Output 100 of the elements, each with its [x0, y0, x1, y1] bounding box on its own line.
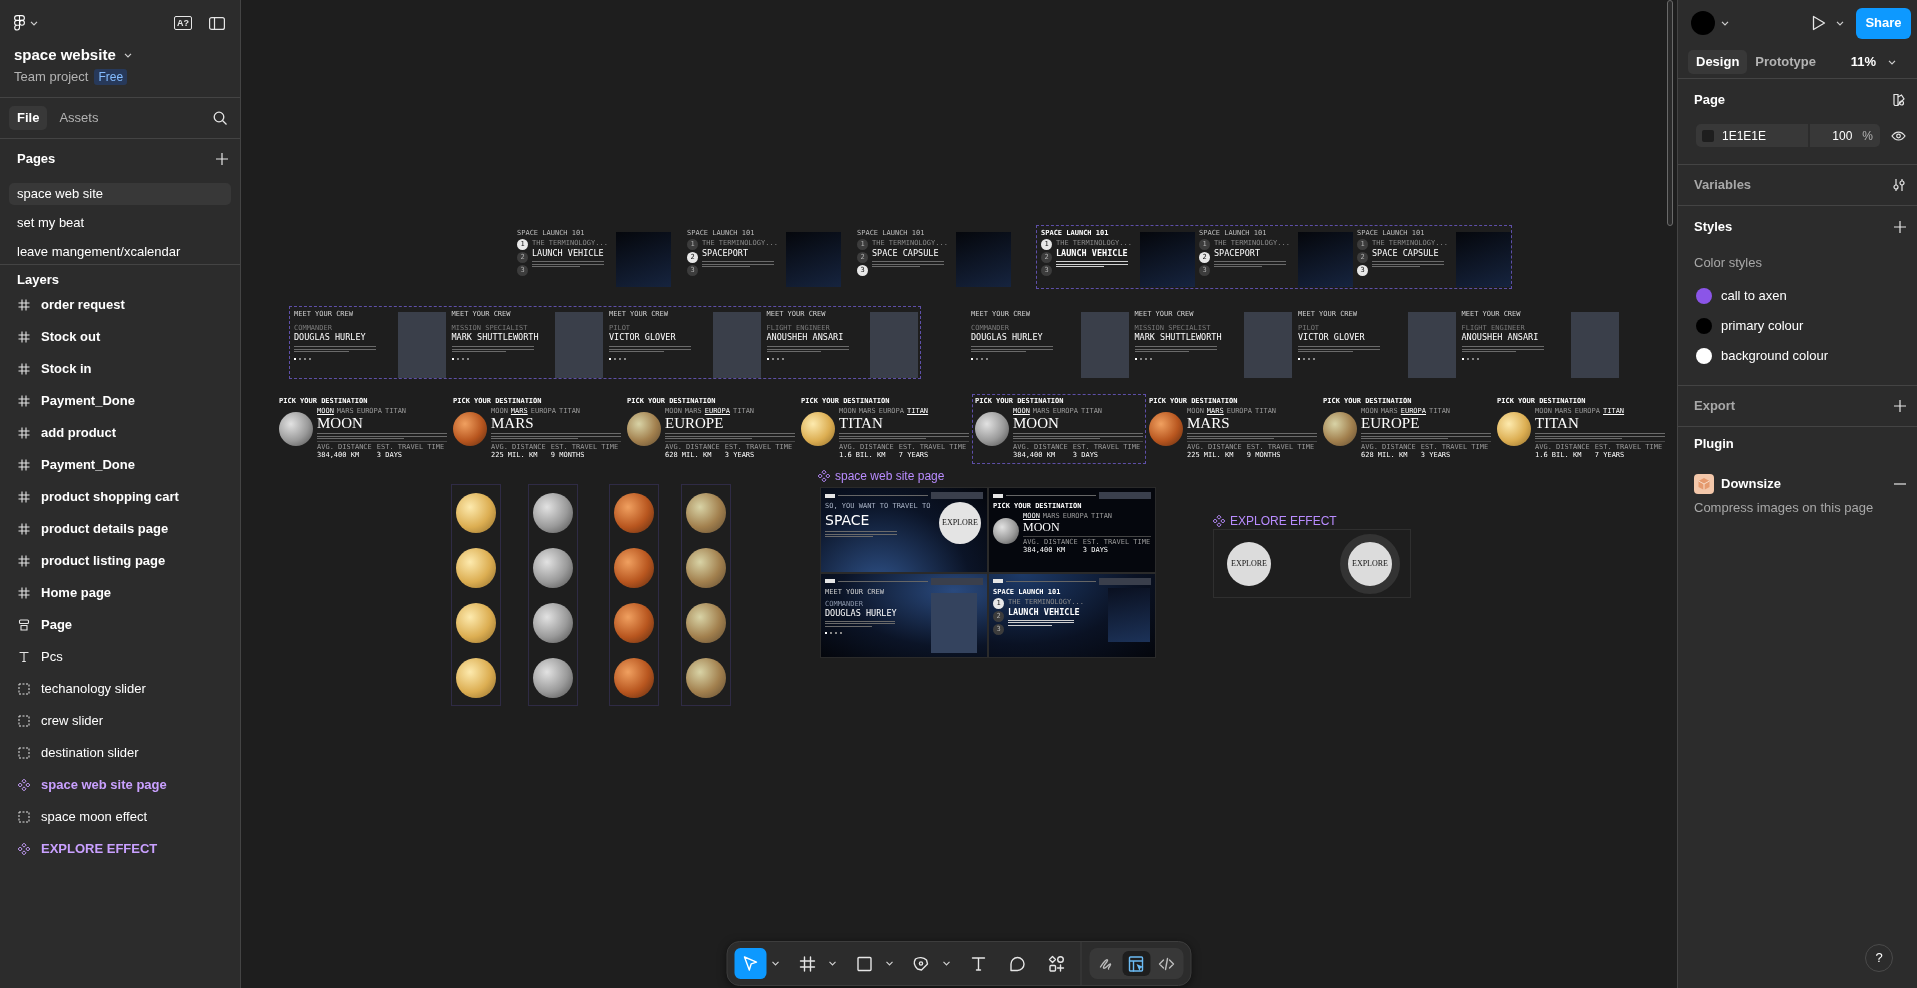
layer-item[interactable]: Stock out [0, 321, 240, 353]
panel-tab[interactable]: Design [1688, 50, 1748, 74]
frame-icon [797, 953, 818, 974]
slide-title: LAUNCH VEHICLE [1056, 248, 1128, 258]
plugin-name[interactable]: Downsize [1721, 474, 1781, 494]
pager-dots-drawing [294, 358, 311, 361]
planet-picture [614, 657, 654, 698]
planet-picture [533, 602, 573, 643]
layer-item[interactable]: techanology slider [0, 673, 240, 705]
photo-placeholder [870, 312, 918, 378]
zoom-menu-button[interactable]: 11% [1850, 52, 1896, 72]
panel-tab[interactable]: File [9, 106, 48, 130]
planet-picture [456, 492, 496, 533]
planet-picture [453, 412, 487, 446]
section-title: Plugin [1694, 435, 1734, 454]
destination-title: MOON [1013, 416, 1059, 431]
caret-icon[interactable] [885, 961, 894, 966]
layer-item[interactable]: order request [0, 289, 240, 321]
planet-picture [533, 492, 573, 533]
fill-field[interactable]: 1E1E1E 100 % [1696, 124, 1880, 147]
main-menu-button[interactable] [14, 13, 38, 33]
slide-title: SPACE CAPSULE [872, 248, 939, 258]
planet-picture [1149, 412, 1183, 446]
caret-icon[interactable] [942, 961, 951, 966]
layer-item[interactable]: crew slider [0, 705, 240, 737]
caret-icon[interactable] [30, 20, 38, 26]
crew-name: MARK SHUTTLEWORTH [451, 332, 539, 342]
layer-item[interactable]: Page [0, 609, 240, 641]
caret-icon[interactable] [1836, 20, 1844, 26]
scrollbar[interactable] [1667, 0, 1673, 226]
caret-icon[interactable] [828, 961, 837, 966]
component-label[interactable]: space web site page [835, 469, 945, 483]
visibility-button[interactable] [1891, 130, 1906, 141]
layer-item[interactable]: space moon effect [0, 801, 240, 833]
hero-title: SPACE [825, 512, 870, 528]
design-mode-button[interactable] [1122, 951, 1151, 976]
move-tool-button[interactable] [734, 948, 767, 979]
search-button[interactable] [213, 111, 227, 125]
plus-icon[interactable] [1894, 221, 1906, 233]
explore-button[interactable]: EXPLORE [939, 502, 981, 544]
help-button[interactable]: ? [1865, 944, 1893, 972]
panel-tab[interactable]: Assets [51, 106, 107, 130]
sidebar-item[interactable]: space web site [9, 183, 231, 205]
color-style-item[interactable]: background colour [1678, 341, 1917, 371]
layer-item[interactable]: Pcs [0, 641, 240, 673]
caret-icon[interactable] [1721, 20, 1729, 26]
component-label[interactable]: EXPLORE EFFECT [1230, 514, 1337, 528]
sidebar-toggle-button[interactable] [209, 16, 225, 30]
explore-button[interactable]: EXPLORE [1340, 533, 1400, 594]
paragraph-lines-drawing [872, 261, 944, 268]
photo-placeholder [1298, 232, 1353, 287]
photo-placeholder [931, 593, 977, 653]
photo-placeholder [616, 232, 671, 287]
photo-placeholder [1407, 312, 1456, 378]
layer-item[interactable]: add product [0, 417, 240, 449]
ai-button[interactable]: A? [174, 16, 192, 30]
layer-item[interactable]: Stock in [0, 353, 240, 385]
caret-icon[interactable] [771, 961, 780, 966]
section-title: Export [1694, 397, 1736, 416]
caret-icon[interactable] [1888, 59, 1896, 65]
explore-button[interactable]: EXPLORE [1227, 541, 1271, 586]
crew-name: DOUGLAS HURLEY [825, 607, 897, 618]
paragraph-lines-drawing [1056, 261, 1128, 268]
dashed-square-icon [18, 715, 30, 727]
panel-tab[interactable]: Prototype [1747, 50, 1824, 74]
caret-icon[interactable] [123, 52, 132, 58]
sidebar-item[interactable]: leave mangement/xcalendar [9, 241, 231, 263]
planet-picture [1323, 412, 1357, 446]
photo-placeholder [1080, 312, 1129, 378]
color-style-item[interactable]: call to axen [1678, 281, 1917, 311]
paragraph-lines-drawing [825, 531, 897, 538]
planet-picture [533, 547, 573, 588]
paragraph-lines-drawing [1214, 261, 1286, 268]
section-title: Pages [17, 150, 56, 169]
sidebar-item[interactable]: set my beat [9, 212, 231, 234]
planet-picture [627, 412, 661, 446]
hash-icon [18, 363, 30, 375]
file-name[interactable]: space website [14, 43, 116, 67]
swatch-icon[interactable] [1892, 93, 1906, 107]
layer-item[interactable]: Payment_Done [0, 449, 240, 481]
layer-item[interactable]: Payment_Done [0, 385, 240, 417]
hash-icon [18, 299, 30, 311]
layer-item[interactable]: Home page [0, 577, 240, 609]
planet-picture [614, 547, 654, 588]
hash-icon [18, 587, 30, 599]
layer-item[interactable]: product details page [0, 513, 240, 545]
photo-placeholder [786, 232, 841, 287]
layer-item[interactable]: product shopping cart [0, 481, 240, 513]
layer-item[interactable]: space web site page [0, 769, 240, 801]
hash-icon [18, 555, 30, 567]
plus-icon[interactable] [1894, 400, 1906, 412]
present-button[interactable] [1812, 15, 1844, 31]
planet-picture [801, 412, 835, 446]
layer-item[interactable]: product listing page [0, 545, 240, 577]
color-style-item[interactable]: primary colour [1678, 311, 1917, 341]
sliders-icon[interactable] [1892, 178, 1906, 192]
crew-name: DOUGLAS HURLEY [294, 332, 366, 342]
plus-icon[interactable] [216, 153, 228, 165]
layer-item[interactable]: EXPLORE EFFECT [0, 833, 240, 865]
layer-item[interactable]: destination slider [0, 737, 240, 769]
